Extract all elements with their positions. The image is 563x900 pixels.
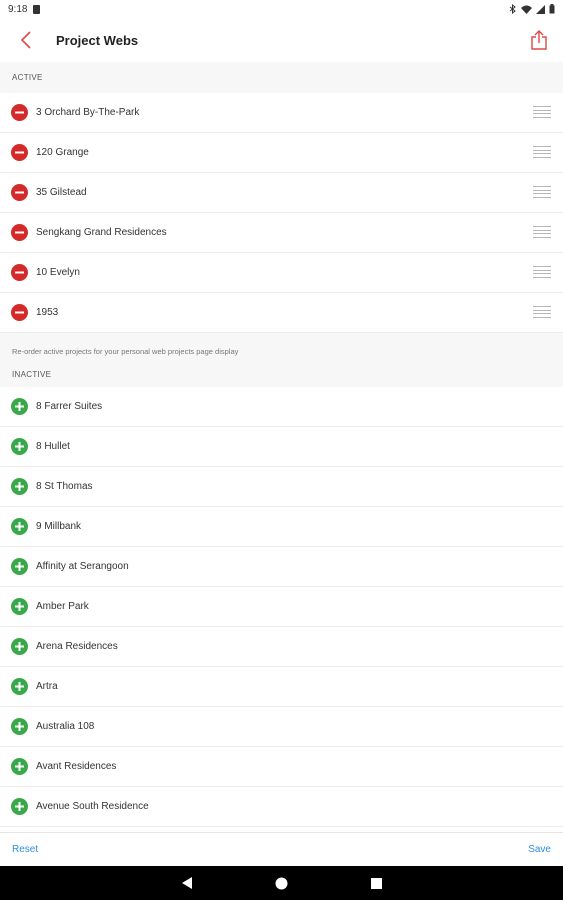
project-label: Arena Residences	[36, 641, 118, 652]
add-circle-icon[interactable]	[11, 478, 28, 495]
project-label: 8 Farrer Suites	[36, 401, 103, 412]
app-bar: Project Webs	[0, 18, 563, 62]
drag-handle-icon[interactable]	[533, 266, 551, 278]
drag-handle-icon[interactable]	[533, 306, 551, 318]
remove-circle-icon[interactable]	[11, 184, 28, 201]
sim-card-icon	[33, 4, 41, 14]
add-circle-icon[interactable]	[11, 558, 28, 575]
inactive-project-row[interactable]: 9 Millbank	[0, 507, 563, 547]
status-time: 9:18	[8, 3, 28, 15]
project-label: Sengkang Grand Residences	[36, 227, 167, 238]
inactive-section-header: INACTIVE	[0, 365, 563, 387]
nav-back-button[interactable]	[177, 873, 197, 893]
drag-handle-icon[interactable]	[533, 226, 551, 238]
inactive-project-row[interactable]: Amber Park	[0, 587, 563, 627]
nav-home-button[interactable]	[272, 873, 292, 893]
active-section-header: ACTIVE	[0, 62, 563, 93]
project-label: 35 Gilstead	[36, 187, 87, 198]
status-right	[509, 4, 555, 14]
nav-recents-button[interactable]	[367, 873, 387, 893]
add-circle-icon[interactable]	[11, 598, 28, 615]
remove-circle-icon[interactable]	[11, 304, 28, 321]
reorder-hint: Re-order active projects for your person…	[0, 333, 563, 365]
status-left: 9:18	[8, 3, 41, 15]
remove-circle-icon[interactable]	[11, 264, 28, 281]
inactive-project-row[interactable]: Affinity at Serangoon	[0, 547, 563, 587]
add-circle-icon[interactable]	[11, 718, 28, 735]
back-button[interactable]	[0, 18, 52, 62]
add-circle-icon[interactable]	[11, 518, 28, 535]
inactive-project-row[interactable]: 8 Farrer Suites	[0, 387, 563, 427]
add-circle-icon[interactable]	[11, 638, 28, 655]
drag-handle-icon[interactable]	[533, 106, 551, 118]
drag-handle-icon[interactable]	[533, 186, 551, 198]
active-project-row[interactable]: 120 Grange	[0, 133, 563, 173]
inactive-project-row[interactable]: 8 Hullet	[0, 427, 563, 467]
project-label: 8 St Thomas	[36, 481, 93, 492]
system-nav-bar	[0, 866, 563, 900]
add-circle-icon[interactable]	[11, 758, 28, 775]
active-project-row[interactable]: 35 Gilstead	[0, 173, 563, 213]
page-title: Project Webs	[56, 32, 139, 48]
project-label: 9 Millbank	[36, 521, 82, 532]
footer-bar: Reset Save	[0, 832, 563, 866]
project-label: Affinity at Serangoon	[36, 561, 129, 572]
active-project-row[interactable]: 10 Evelyn	[0, 253, 563, 293]
inactive-project-row[interactable]: Australia 108	[0, 707, 563, 747]
signal-icon	[536, 4, 545, 14]
inactive-project-row[interactable]: Avenue South Residence	[0, 787, 563, 827]
chevron-left-icon	[20, 31, 31, 49]
project-label: 3 Orchard By-The-Park	[36, 107, 140, 118]
wifi-icon	[521, 5, 532, 14]
inactive-project-row[interactable]: Artra	[0, 667, 563, 707]
status-bar: 9:18	[0, 0, 563, 18]
inactive-project-row[interactable]: Arena Residences	[0, 627, 563, 667]
project-label: 8 Hullet	[36, 441, 70, 452]
project-label: 1953	[36, 307, 59, 318]
project-label: 120 Grange	[36, 147, 89, 158]
add-circle-icon[interactable]	[11, 798, 28, 815]
inactive-project-row[interactable]: 8 St Thomas	[0, 467, 563, 507]
circle-home-icon	[275, 877, 288, 889]
project-label: Australia 108	[36, 721, 95, 732]
project-label: 10 Evelyn	[36, 267, 80, 278]
project-label: Amber Park	[36, 601, 89, 612]
remove-circle-icon[interactable]	[11, 104, 28, 121]
save-button[interactable]: Save	[528, 844, 551, 855]
inactive-project-row[interactable]: Avant Residences	[0, 747, 563, 787]
add-circle-icon[interactable]	[11, 678, 28, 695]
remove-circle-icon[interactable]	[11, 224, 28, 241]
project-label: Artra	[36, 681, 58, 692]
project-label: Avant Residences	[36, 761, 117, 772]
project-label: Avenue South Residence	[36, 801, 149, 812]
active-project-row[interactable]: Sengkang Grand Residences	[0, 213, 563, 253]
share-button[interactable]	[527, 28, 551, 52]
active-project-row[interactable]: 3 Orchard By-The-Park	[0, 93, 563, 133]
battery-icon	[549, 4, 555, 14]
share-icon	[531, 30, 547, 50]
add-circle-icon[interactable]	[11, 438, 28, 455]
remove-circle-icon[interactable]	[11, 144, 28, 161]
bluetooth-icon	[509, 4, 516, 14]
triangle-back-icon	[181, 877, 192, 889]
add-circle-icon[interactable]	[11, 398, 28, 415]
reset-button[interactable]: Reset	[12, 844, 38, 855]
square-recents-icon	[371, 877, 382, 889]
active-project-row[interactable]: 1953	[0, 293, 563, 333]
drag-handle-icon[interactable]	[533, 146, 551, 158]
